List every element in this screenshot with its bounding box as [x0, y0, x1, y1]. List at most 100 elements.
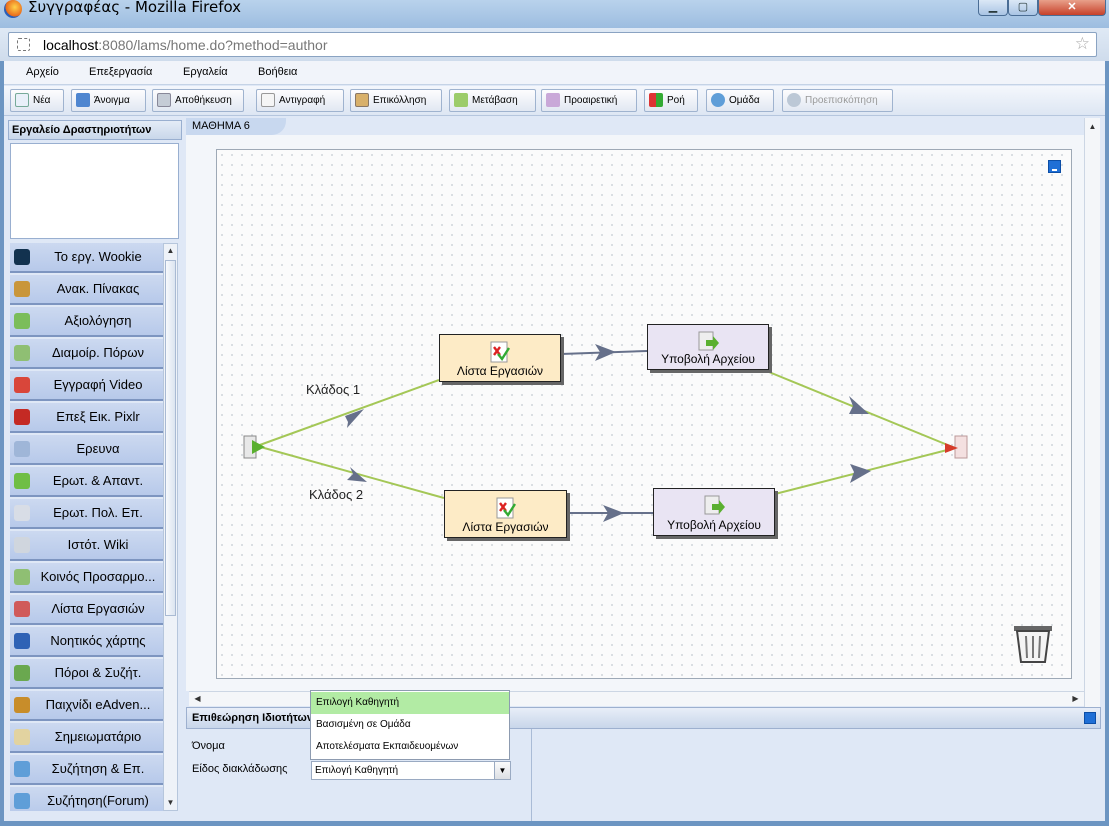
pixlr-icon — [14, 409, 30, 425]
branch-1-label: Κλάδος 1 — [306, 382, 361, 397]
menu-edit[interactable]: Επεξεργασία — [89, 66, 152, 78]
activity-tool-label: Εγγραφή Video — [53, 377, 143, 392]
scroll-up-arrow-icon[interactable]: ▲ — [164, 244, 177, 258]
shared-custom-icon — [14, 569, 30, 585]
preview-button[interactable]: Προεπισκόπηση — [782, 89, 893, 112]
share-resources-icon — [14, 345, 30, 361]
mindmap-icon — [14, 633, 30, 649]
page-icon — [17, 38, 30, 51]
canvas-vertical-scrollbar[interactable]: ▲ — [1084, 118, 1100, 708]
task-list-icon — [496, 497, 516, 519]
new-button[interactable]: Νέα — [10, 89, 64, 112]
activity-tool-item[interactable]: Ανακ. Πίνακας — [10, 275, 164, 305]
chevron-down-icon[interactable]: ▼ — [494, 762, 510, 779]
file-upload-activity-2[interactable]: Υποβολή Αρχείου — [653, 488, 775, 536]
dropdown-option-learner-output[interactable]: Αποτελέσματα Εκπαιδευομένων — [311, 736, 509, 758]
activity-tool-item[interactable]: Ερωτ. Πολ. Επ. — [10, 499, 164, 529]
trash-icon[interactable] — [1014, 626, 1052, 663]
activity-tool-label: Διαμοίρ. Πόρων — [52, 345, 144, 360]
copy-icon — [261, 93, 275, 107]
branching-canvas[interactable]: Κλάδος 1 Κλάδος 2 Λίστα Εργασιών Υποβολή… — [216, 149, 1072, 679]
branch-start-icon[interactable] — [243, 435, 265, 459]
open-button[interactable]: Άνοιγμα — [71, 89, 146, 112]
activity-tool-item[interactable]: Συζήτηση(Forum) — [10, 787, 164, 811]
activity-tool-label: Παιχνίδι eAdven... — [45, 697, 151, 712]
branch-end-icon[interactable] — [945, 435, 968, 459]
activity-tool-item[interactable]: Πόροι & Συζήτ. — [10, 659, 164, 689]
activity-tool-item[interactable]: Κοινός Προσαρμο... — [10, 563, 164, 593]
scroll-thumb[interactable] — [165, 260, 176, 616]
scroll-right-arrow-icon[interactable]: ▶ — [1069, 692, 1082, 706]
wookie-icon — [14, 249, 30, 265]
toolbar: Νέα Άνοιγμα Αποθήκευση Αντιγραφή Επικόλλ… — [4, 86, 1105, 116]
task-list-activity-2[interactable]: Λίστα Εργασιών — [444, 490, 567, 538]
task-list-icon — [490, 341, 511, 363]
activity-tool-label: Ερευνα — [76, 441, 120, 456]
activity-tool-item[interactable]: Ερωτ. & Απαντ. — [10, 467, 164, 497]
wiki-icon — [14, 537, 30, 553]
activity-tool-item[interactable]: Λίστα Εργασιών — [10, 595, 164, 625]
noticeboard-icon — [14, 281, 30, 297]
activity-tool-item[interactable]: Αξιολόγηση — [10, 307, 164, 337]
transition-button[interactable]: Μετάβαση — [449, 89, 536, 112]
file-upload-activity-1[interactable]: Υποβολή Αρχείου — [647, 324, 769, 370]
activity-tools-header: Εργαλείο Δραστηριοτήτων — [8, 120, 182, 140]
bookmark-star-icon[interactable]: ☆ — [1075, 34, 1090, 54]
scroll-left-arrow-icon[interactable]: ◀ — [191, 692, 204, 706]
flow-icon — [649, 93, 663, 107]
minimize-button[interactable]: ▁ — [978, 0, 1008, 16]
save-button[interactable]: Αποθήκευση — [152, 89, 244, 112]
copy-button[interactable]: Αντιγραφή — [256, 89, 344, 112]
dropdown-option-teacher-choice[interactable]: Επιλογή Καθηγητή — [311, 692, 509, 714]
eadventure-icon — [14, 697, 30, 713]
activity-tool-label: Αξιολόγηση — [64, 313, 132, 328]
menu-file[interactable]: Αρχείο — [26, 66, 59, 78]
lesson-tab[interactable]: ΜΑΘΗΜΑ 6 — [186, 118, 286, 135]
forum-icon — [14, 793, 30, 809]
optional-button[interactable]: Προαιρετική — [541, 89, 637, 112]
tool-preview-area — [10, 143, 179, 239]
flow-button[interactable]: Ροή — [644, 89, 698, 112]
activity-tool-label: Συζήτηση(Forum) — [47, 793, 149, 808]
activity-tool-item[interactable]: Συζήτηση & Επ. — [10, 755, 164, 785]
activity-tool-item[interactable]: Εγγραφή Video — [10, 371, 164, 401]
save-icon — [157, 93, 171, 107]
activity-tool-item[interactable]: Διαμοίρ. Πόρων — [10, 339, 164, 369]
activity-tool-label: Λίστα Εργασιών — [51, 601, 145, 616]
activity-tool-item[interactable]: Ιστότ. Wiki — [10, 531, 164, 561]
maximize-button[interactable]: ▢ — [1008, 0, 1038, 16]
new-icon — [15, 93, 29, 107]
close-button[interactable]: ✕ — [1038, 0, 1106, 16]
design-canvas-area: Τ — [186, 135, 1084, 691]
window-titlebar: Συγγραφέας - Mozilla Firefox ▁ ▢ ✕ — [0, 0, 1109, 28]
activity-tool-item[interactable]: Νοητικός χάρτης — [10, 627, 164, 657]
activity-tool-item[interactable]: Το εργ. Wookie — [10, 243, 164, 273]
properties-minimize-icon[interactable] — [1084, 712, 1096, 724]
tool-list-scrollbar[interactable]: ▲ ▼ — [163, 243, 178, 811]
scroll-up-arrow-icon[interactable]: ▲ — [1086, 120, 1099, 134]
activity-tool-label: Νοητικός χάρτης — [50, 633, 146, 648]
activity-tool-label: Ερωτ. & Απαντ. — [52, 473, 144, 488]
activity-tool-label: Ερωτ. Πολ. Επ. — [53, 505, 143, 520]
menu-tools[interactable]: Εργαλεία — [183, 66, 228, 78]
notebook-icon — [14, 729, 30, 745]
group-button[interactable]: Ομάδα — [706, 89, 774, 112]
paste-button[interactable]: Επικόλληση — [350, 89, 442, 112]
firefox-icon — [4, 0, 22, 18]
window-title: Συγγραφέας - Mozilla Firefox — [28, 0, 242, 16]
activity-tool-item[interactable]: Ερευνα — [10, 435, 164, 465]
scroll-down-arrow-icon[interactable]: ▼ — [164, 796, 177, 810]
url-bar[interactable]: localhost:8080/lams/home.do?method=autho… — [8, 32, 1097, 57]
menu-help[interactable]: Βοήθεια — [258, 66, 297, 78]
activity-tool-label: Σημειωματάριο — [54, 729, 142, 744]
task-list-activity-1[interactable]: Λίστα Εργασιών — [439, 334, 561, 382]
file-upload-icon — [704, 495, 725, 515]
branch-type-select[interactable]: Επιλογή Καθηγητή ▼ — [311, 761, 511, 780]
paste-icon — [355, 93, 369, 107]
activity-tool-label: Ιστότ. Wiki — [67, 537, 129, 552]
activity-tool-item[interactable]: Παιχνίδι eAdven... — [10, 691, 164, 721]
activity-tool-item[interactable]: Σημειωματάριο — [10, 723, 164, 753]
activity-tool-item[interactable]: Επεξ Εικ. Pixlr — [10, 403, 164, 433]
dropdown-option-group-based[interactable]: Βασισμένη σε Ομάδα — [311, 714, 509, 736]
pencil-icon — [454, 93, 468, 107]
